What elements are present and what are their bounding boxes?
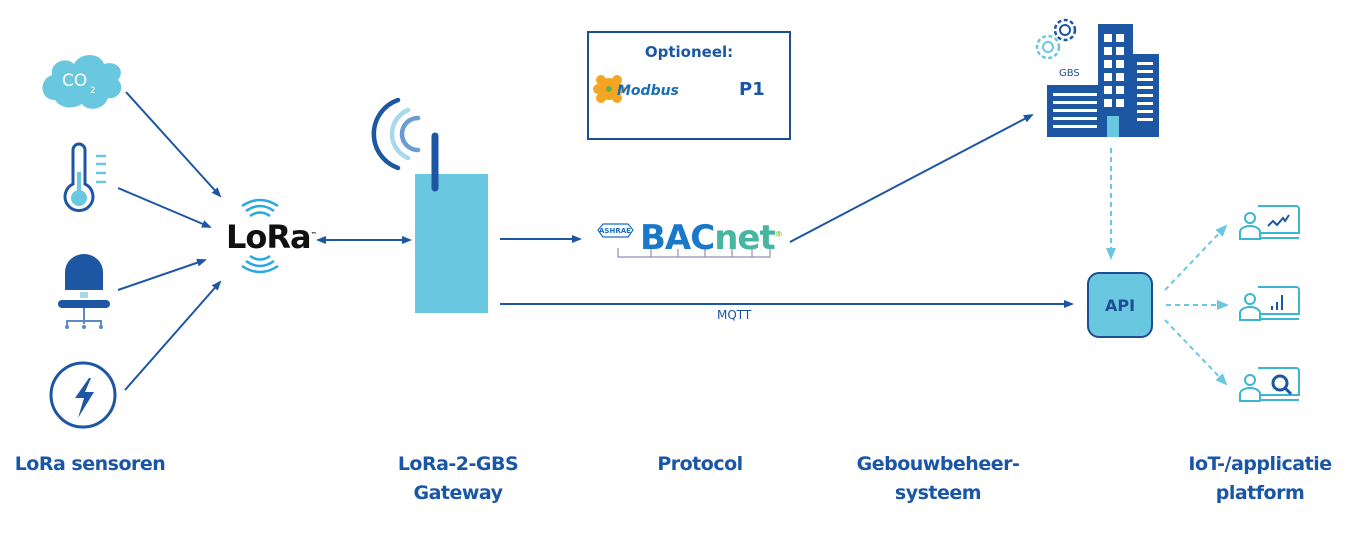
arrow-chair-to-lora	[117, 258, 207, 291]
p1-label: P1	[739, 79, 765, 100]
bacnet-logo: BACnet®	[640, 218, 783, 258]
gears-icon	[1035, 18, 1077, 60]
bacnet-reg: ®	[774, 229, 783, 239]
gbs-icon-label: GBS	[1059, 68, 1080, 79]
gateway-device-icon	[371, 97, 488, 313]
co2-text: CO	[62, 71, 87, 91]
stage-label-gateway-line2: Gateway	[413, 482, 503, 504]
energy-bolt-icon	[49, 361, 117, 429]
lora-tm: ™	[310, 231, 317, 239]
arrow-temp-to-lora	[117, 187, 212, 228]
app-bar-chart-icon	[1239, 286, 1300, 321]
stage-label-sensors-line1: LoRa sensoren	[14, 453, 166, 475]
modbus-label: Modbus	[617, 83, 679, 99]
stage-label-sensors: LoRa sensoren	[10, 450, 170, 479]
arrow-api-app1	[1164, 224, 1228, 291]
api-label: API	[1104, 295, 1136, 315]
optional-title: Optioneel:	[644, 43, 734, 61]
co2-cloud-icon: CO 2	[42, 55, 122, 109]
stage-label-gateway-line1: LoRa-2-GBS	[397, 453, 519, 475]
thermometer-icon	[63, 142, 106, 213]
mqtt-label: MQTT	[717, 308, 752, 322]
ashrae-text: ASHRAE	[599, 227, 631, 235]
bacnet-text-net: net	[714, 218, 776, 258]
lora-logo: LoRa™	[226, 218, 317, 256]
app-search-icon	[1239, 367, 1300, 402]
stage-label-platform: IoT-/applicatie platform	[1165, 450, 1350, 508]
api-box: API	[1087, 272, 1153, 338]
optional-protocols-box: Optioneel: Modbus P1	[587, 31, 791, 140]
app-line-chart-icon	[1239, 205, 1300, 240]
stage-label-gbs: Gebouwbeheer- systeem	[848, 450, 1028, 508]
arrow-bacnet-gbs	[789, 114, 1034, 243]
stage-label-gateway: LoRa-2-GBS Gateway	[378, 450, 538, 508]
stage-label-platform-line1: IoT-/applicatie	[1188, 453, 1332, 475]
stage-label-gbs-line1: Gebouwbeheer-	[856, 453, 1020, 475]
stage-label-platform-line2: platform	[1215, 482, 1305, 504]
arrow-api-app3	[1164, 319, 1228, 386]
arrow-co2-to-lora	[125, 91, 222, 198]
stage-label-protocol-line1: Protocol	[657, 453, 743, 475]
lora-logo-text: LoRa	[226, 218, 312, 256]
arrow-energy-to-lora	[124, 280, 222, 391]
sensor-arrows	[117, 91, 222, 391]
stage-label-protocol: Protocol	[620, 450, 780, 479]
stage-label-gbs-line2: systeem	[894, 482, 982, 504]
co2-subscript: 2	[90, 86, 96, 96]
ashrae-logo-icon: ASHRAE	[597, 223, 634, 238]
office-chair-icon	[58, 254, 110, 329]
bacnet-text-bac: BAC	[640, 218, 715, 258]
